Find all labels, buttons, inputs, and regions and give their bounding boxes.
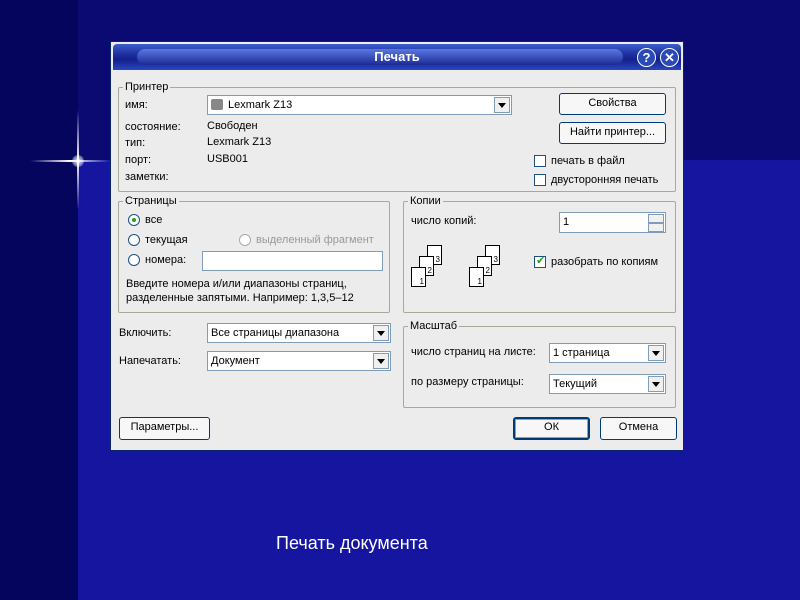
properties-button[interactable]: Свойства xyxy=(559,93,666,115)
copies-count-label: число копий: xyxy=(411,215,477,227)
print-what-select[interactable]: Документ xyxy=(207,351,391,371)
help-button[interactable]: ? xyxy=(637,48,656,67)
printer-name-select[interactable]: Lexmark Z13 xyxy=(207,95,512,115)
cancel-button[interactable]: Отмена xyxy=(600,417,677,440)
collate-checkbox[interactable] xyxy=(534,254,546,268)
include-select[interactable]: Все страницы диапазона xyxy=(207,323,391,343)
copies-group-label: Копии xyxy=(408,195,443,207)
slide-caption: Печать документа xyxy=(276,533,428,553)
printer-port-label: порт: xyxy=(125,154,152,166)
duplex-checkbox[interactable] xyxy=(534,174,546,186)
pages-hint-line2: разделенные запятыми. Например: 1,3,5–12 xyxy=(126,292,354,304)
scale-group-label: Масштаб xyxy=(408,320,460,332)
collate-page-1b: 1 xyxy=(469,267,484,287)
star-flare-horizontal xyxy=(30,160,110,162)
printer-type-value: Lexmark Z13 xyxy=(207,136,272,148)
print-what-label: Напечатать: xyxy=(119,355,181,367)
collate-label[interactable]: разобрать по копиям xyxy=(551,256,658,268)
background-left-band xyxy=(0,0,78,600)
printer-icon xyxy=(211,99,223,110)
printer-port-value: USB001 xyxy=(207,153,248,165)
options-button[interactable]: Параметры... xyxy=(119,417,210,440)
chevron-down-icon[interactable] xyxy=(494,97,510,113)
chevron-down-icon[interactable] xyxy=(648,376,664,392)
pages-numbers-label[interactable]: номера: xyxy=(145,254,186,266)
pages-selection-radio[interactable] xyxy=(239,234,251,246)
chevron-down-icon[interactable] xyxy=(373,353,389,369)
spinner-up-icon[interactable] xyxy=(648,214,664,223)
printer-type-label: тип: xyxy=(125,137,146,149)
pages-numbers-input[interactable] xyxy=(202,251,383,271)
printer-status-value: Свободен xyxy=(207,120,258,132)
pages-numbers-radio[interactable] xyxy=(128,254,140,266)
pages-current-label[interactable]: текущая xyxy=(145,234,188,246)
printer-name-value: Lexmark Z13 xyxy=(228,99,293,111)
close-button[interactable]: ✕ xyxy=(660,48,679,67)
chevron-down-icon[interactable] xyxy=(373,325,389,341)
fit-to-page-label: по размеру страницы: xyxy=(411,376,524,388)
printer-group-label: Принтер xyxy=(123,81,171,93)
pages-group-label: Страницы xyxy=(123,195,179,207)
pages-all-radio[interactable] xyxy=(128,214,140,226)
print-what-value: Документ xyxy=(211,355,260,367)
fit-to-page-select[interactable]: Текущий xyxy=(549,374,666,394)
star-flare-center xyxy=(72,155,84,167)
include-label: Включить: xyxy=(119,327,172,339)
pages-all-label[interactable]: все xyxy=(145,214,162,226)
print-to-file-checkbox[interactable] xyxy=(534,155,546,167)
ok-button[interactable]: ОК xyxy=(513,417,590,440)
copies-count-value: 1 xyxy=(563,216,570,228)
find-printer-button[interactable]: Найти принтер... xyxy=(559,122,666,144)
printer-status-label: состояние: xyxy=(125,121,181,133)
pages-per-sheet-value: 1 страница xyxy=(553,347,610,359)
print-dialog: Печать ? ✕ Принтер имя: Lexmark Z13 Свой… xyxy=(110,41,684,451)
pages-hint-line1: Введите номера и/или диапазоны страниц, xyxy=(126,278,347,290)
pages-current-radio[interactable] xyxy=(128,234,140,246)
pages-selection-label[interactable]: выделенный фрагмент xyxy=(256,234,374,246)
dialog-title: Печать xyxy=(374,49,420,64)
fit-to-page-value: Текущий xyxy=(553,378,597,390)
include-value: Все страницы диапазона xyxy=(211,327,340,339)
pages-per-sheet-label: число страниц на листе: xyxy=(411,346,536,358)
printer-name-label: имя: xyxy=(125,99,148,111)
pages-per-sheet-select[interactable]: 1 страница xyxy=(549,343,666,363)
copies-count-input[interactable]: 1 xyxy=(559,212,666,233)
printer-notes-label: заметки: xyxy=(125,171,169,183)
collate-page-1a: 1 xyxy=(411,267,426,287)
title-bar[interactable]: Печать ? ✕ xyxy=(113,44,681,70)
spinner-down-icon[interactable] xyxy=(648,223,664,232)
scale-group: Масштаб xyxy=(403,320,676,408)
duplex-label[interactable]: двусторонняя печать xyxy=(551,174,658,186)
chevron-down-icon[interactable] xyxy=(648,345,664,361)
print-to-file-label[interactable]: печать в файл xyxy=(551,155,625,167)
